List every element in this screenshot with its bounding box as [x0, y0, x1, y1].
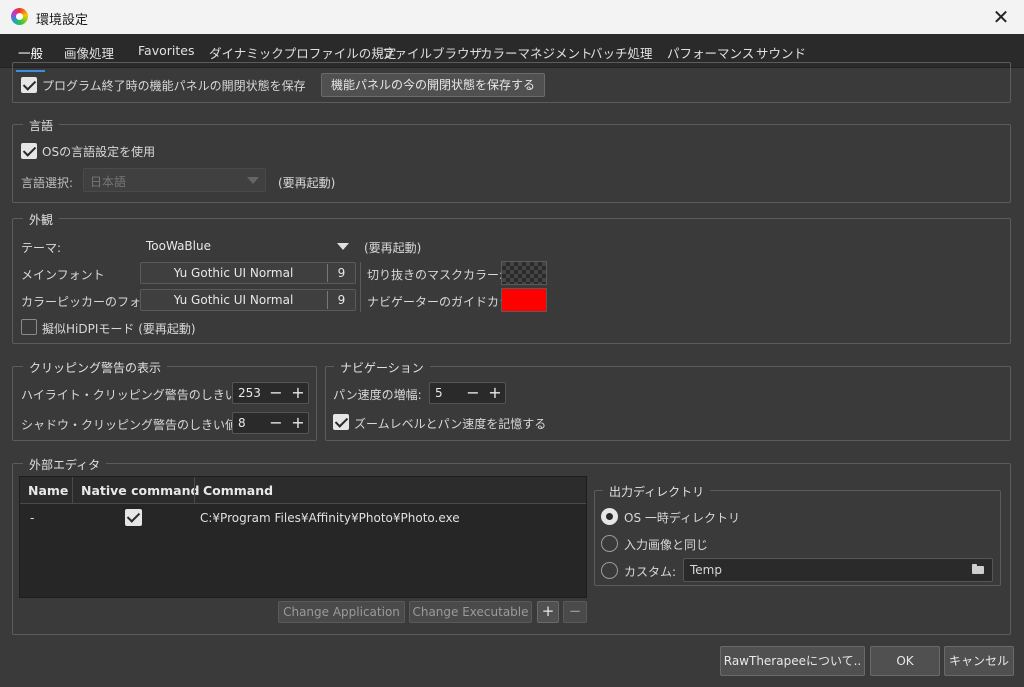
table-header: Name Native command Command [20, 477, 586, 504]
theme-label: テーマ: [21, 241, 62, 255]
pan-speed-stepper[interactable]: 5 − + [429, 382, 506, 404]
appearance-divider [360, 262, 361, 312]
language-restart-note: (要再起動) [278, 176, 336, 190]
tab-file-browser[interactable]: ファイルブラウザ [382, 43, 482, 62]
output-dir-same-as-input-radio[interactable] [601, 535, 618, 552]
tab-sound[interactable]: サウンド [756, 43, 806, 62]
save-panel-state-checkbox[interactable] [21, 77, 37, 93]
decrement-icon[interactable]: − [265, 383, 287, 403]
decrement-icon[interactable]: − [462, 383, 484, 403]
output-dir-os-temp-radio[interactable] [601, 508, 618, 525]
pan-speed-label: パン速度の増幅: [333, 388, 422, 402]
row-command: C:¥Program Files¥Affinity¥Photo¥Photo.ex… [200, 511, 460, 525]
native-command-checkbox[interactable] [125, 509, 142, 526]
close-icon[interactable]: ✕ [988, 4, 1014, 30]
column-header-command[interactable]: Command [203, 483, 273, 498]
language-section-title: 言語 [23, 117, 60, 134]
about-button[interactable]: RawTherapeeについて.. [720, 646, 865, 676]
cancel-button[interactable]: キャンセル [944, 646, 1014, 676]
main-font-label: メインフォント [21, 268, 105, 282]
tab-batch-processing[interactable]: バッチ処理 [590, 43, 653, 62]
app-icon [11, 8, 28, 25]
language-select[interactable]: 日本語 [83, 168, 266, 192]
window-title: 環境設定 [36, 13, 89, 28]
shadow-threshold-label: シャドウ・クリッピング警告のしきい値: [21, 418, 242, 432]
change-executable-button[interactable]: Change Executable [409, 601, 532, 623]
output-dir-custom-radio[interactable] [601, 562, 618, 579]
output-dir-same-as-input-label: 入力画像と同じ [624, 538, 709, 552]
pseudo-hidpi-checkbox[interactable] [21, 319, 37, 335]
shadow-threshold-stepper[interactable]: 8 − + [232, 412, 309, 434]
crop-mask-color-swatch[interactable] [501, 261, 547, 285]
save-panel-state-button[interactable]: 機能パネルの今の開閉状態を保存する [321, 73, 545, 97]
chevron-down-icon [337, 243, 349, 250]
table-row[interactable]: - C:¥Program Files¥Affinity¥Photo¥Photo.… [20, 506, 586, 530]
increment-icon[interactable]: + [484, 383, 506, 403]
output-dir-section-title: 出力ディレクトリ [603, 483, 711, 500]
change-application-button[interactable]: Change Application [278, 601, 405, 623]
tab-general[interactable]: 一般 [15, 43, 46, 72]
appearance-section-title: 外観 [23, 211, 60, 228]
row-name: - [30, 511, 35, 525]
navigator-guide-color-swatch[interactable] [501, 288, 547, 312]
external-editor-table: Name Native command Command - C:¥Program… [19, 476, 587, 598]
save-panel-state-label: プログラム終了時の機能パネルの開閉状態を保存 [42, 79, 306, 93]
main-font-button[interactable]: Yu Gothic UI Normal 9 [140, 262, 356, 284]
pseudo-hidpi-label: 擬似HiDPIモード (要再起動) [42, 322, 196, 336]
navigation-section-title: ナビゲーション [334, 359, 430, 376]
custom-dir-chooser[interactable]: Temp [683, 558, 993, 582]
tab-image-processing[interactable]: 画像処理 [64, 43, 114, 62]
remove-editor-button[interactable]: − [563, 601, 587, 623]
theme-restart-note: (要再起動) [364, 241, 422, 255]
remember-zoom-checkbox[interactable] [333, 414, 349, 430]
highlight-threshold-label: ハイライト・クリッピング警告のしきい値: [21, 388, 253, 402]
use-os-language-label: OSの言語設定を使用 [42, 145, 156, 159]
crop-mask-color-label: 切り抜きのマスクカラー: [367, 268, 504, 282]
tab-performance[interactable]: パフォーマンス [667, 43, 754, 62]
increment-icon[interactable]: + [287, 413, 309, 433]
highlight-threshold-stepper[interactable]: 253 − + [232, 382, 309, 404]
title-bar: 環境設定 ✕ [0, 0, 1024, 34]
folder-icon [972, 564, 984, 574]
picker-font-button[interactable]: Yu Gothic UI Normal 9 [140, 289, 356, 311]
add-editor-button[interactable]: + [537, 601, 559, 623]
tab-color-management[interactable]: カラーマネジメント [480, 43, 593, 62]
remember-zoom-label: ズームレベルとパン速度を記憶する [354, 417, 547, 431]
theme-select[interactable]: TooWaBlue [140, 234, 356, 257]
tab-dynamic-profile[interactable]: ダイナミックプロファイルの規定 [209, 43, 396, 62]
use-os-language-checkbox[interactable] [21, 143, 37, 159]
clipping-section-title: クリッピング警告の表示 [23, 359, 168, 376]
column-header-name[interactable]: Name [28, 483, 68, 498]
column-header-native-command[interactable]: Native command [81, 483, 199, 498]
output-dir-os-temp-label: OS 一時ディレクトリ [624, 511, 741, 525]
decrement-icon[interactable]: − [265, 413, 287, 433]
external-editor-section-title: 外部エディタ [23, 456, 107, 473]
ok-button[interactable]: OK [870, 646, 940, 676]
increment-icon[interactable]: + [287, 383, 309, 403]
chevron-down-icon [247, 177, 259, 184]
language-select-label: 言語選択: [21, 176, 74, 190]
output-dir-custom-label: カスタム: [624, 565, 677, 579]
tab-favorites[interactable]: Favorites [138, 43, 194, 58]
